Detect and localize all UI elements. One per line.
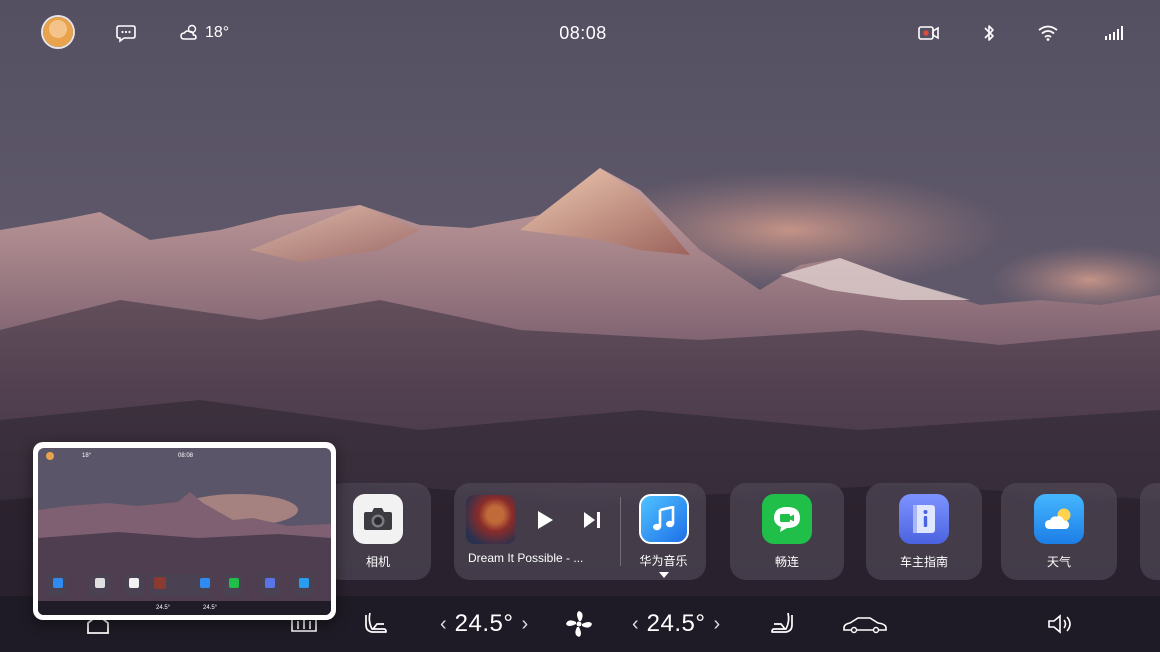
music-note-icon[interactable] [638, 494, 689, 544]
wifi-icon[interactable] [1037, 18, 1059, 48]
preview-right-temp: 24.5° [203, 605, 218, 611]
dashcam-recording-icon[interactable] [917, 18, 941, 48]
video-chat-icon [762, 494, 812, 544]
play-icon[interactable] [536, 510, 554, 535]
app-label-weather: 天气 [1046, 555, 1071, 569]
user-avatar[interactable] [43, 17, 73, 47]
right-temp-value: 24.5° [646, 610, 706, 637]
bluetooth-icon[interactable] [982, 18, 996, 48]
album-art [466, 495, 515, 544]
clock: 08:08 [559, 22, 607, 43]
weather-cloud-icon [1034, 494, 1084, 544]
next-track-icon[interactable] [582, 510, 602, 535]
preview-weather-temp: 18° [82, 453, 92, 459]
weather-widget[interactable]: 18° [179, 18, 229, 48]
app-card-changlian[interactable]: 畅连 [730, 483, 844, 580]
left-temp-value: 24.5° [454, 610, 514, 637]
fan-icon[interactable] [565, 596, 593, 652]
app-card-weather[interactable]: 天气 [1001, 483, 1117, 580]
caret-down-icon[interactable] [658, 572, 669, 578]
volume-icon[interactable] [1046, 596, 1076, 652]
app-card-partial[interactable] [1140, 483, 1160, 580]
app-label-changlian: 畅连 [774, 555, 799, 569]
app-label-owner-guide: 车主指南 [899, 555, 948, 569]
car-settings-icon[interactable] [842, 596, 888, 652]
right-temp-decrease-button[interactable]: ‹ [624, 613, 647, 636]
right-temp-increase-button[interactable]: › [705, 613, 728, 636]
seat-heat-left-icon[interactable] [364, 596, 390, 652]
app-label-music: 华为音乐 [639, 554, 688, 568]
message-icon[interactable] [115, 18, 137, 48]
left-temp-control[interactable]: ‹ 24.5° › [432, 596, 536, 652]
right-temp-control[interactable]: ‹ 24.5° › [624, 596, 728, 652]
camera-icon [353, 494, 403, 544]
screenshot-preview[interactable]: 18° 08:08 24.5° 24.5° [33, 442, 336, 620]
status-bar: 18° 08:08 [0, 0, 1160, 66]
app-label-camera: 相机 [365, 555, 390, 569]
cellular-signal-icon[interactable] [1104, 18, 1124, 48]
weather-temp: 18° [205, 24, 230, 41]
seat-heat-right-icon[interactable] [768, 596, 794, 652]
music-title: Dream It Possible - ... [468, 551, 584, 565]
preview-clock: 08:08 [178, 453, 194, 459]
cloud-sun-icon [180, 24, 197, 40]
app-card-camera[interactable]: 相机 [325, 483, 431, 580]
preview-left-temp: 24.5° [156, 605, 171, 611]
screenshot-thumbnail: 18° 08:08 24.5° 24.5° [38, 448, 331, 615]
left-temp-increase-button[interactable]: › [513, 613, 536, 636]
left-temp-decrease-button[interactable]: ‹ [432, 613, 455, 636]
app-card-owner-guide[interactable]: 车主指南 [866, 483, 982, 580]
music-widget[interactable]: Dream It Possible - ... 华为音乐 [454, 483, 706, 580]
info-book-icon [899, 494, 949, 544]
